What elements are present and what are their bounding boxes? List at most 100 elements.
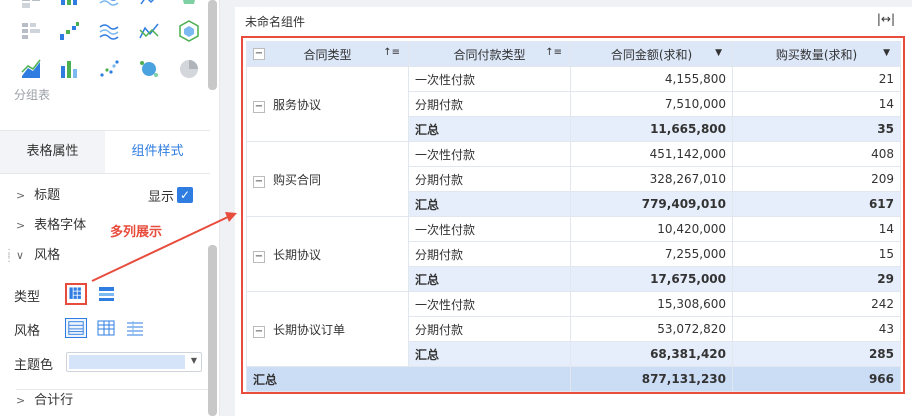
left-panel: 分组表 表格属性 组件样式 > 标题 显示 ✓ > 表格字体 ⋮ ⋮ ∨ 风格 类…: [0, 0, 220, 416]
amount-cell: 7,510,000: [570, 91, 733, 117]
component-area: 未命名组件 |↔| − 合同类型 ↑≡ 合同付款类型 ↑≡ 合同金额(求和) ▼ 购买数…: [235, 7, 912, 416]
amount-cell: 53,072,820: [570, 316, 733, 342]
section-total-row[interactable]: > 合计行: [16, 389, 210, 411]
show-label: 显示: [148, 190, 175, 205]
header-quantity[interactable]: 购买数量(求和) ▼: [732, 41, 901, 67]
quantity-cell: 15: [732, 241, 901, 267]
settings-scrollbar[interactable]: [208, 245, 217, 416]
header-amount[interactable]: 合同金额(求和) ▼: [570, 41, 733, 67]
radar-chart-icon[interactable]: [138, 0, 160, 16]
highlight-frame: − 合同类型 ↑≡ 合同付款类型 ↑≡ 合同金额(求和) ▼ 购买数量(求和) ▼ − 服务…: [241, 36, 905, 394]
map-chart-icon[interactable]: [178, 0, 200, 16]
bubble-chart-icon[interactable]: [138, 58, 160, 80]
dropdown-icon[interactable]: ▼: [715, 48, 722, 58]
chevron-right-icon: >: [16, 394, 26, 407]
chevron-down-icon: ▼: [190, 356, 197, 365]
sort-icon[interactable]: ↑≡: [383, 47, 400, 58]
collapse-icon[interactable]: −: [253, 250, 265, 263]
table-chart-icon[interactable]: [20, 0, 42, 16]
quantity-cell: 242: [732, 291, 901, 317]
amount-cell: 15,308,600: [570, 291, 733, 317]
chevron-right-icon: >: [16, 219, 26, 232]
style-option-3-button[interactable]: [124, 318, 146, 338]
grand-total-label: 汇总: [246, 366, 571, 392]
header-payment-type[interactable]: 合同付款类型 ↑≡: [408, 41, 571, 67]
collapse-icon[interactable]: −: [253, 175, 265, 188]
theme-color-select[interactable]: ▼: [66, 352, 202, 372]
theme-color-swatch: [69, 355, 185, 369]
grand-total-quantity: 966: [732, 366, 901, 392]
component-title: 未命名组件: [245, 15, 306, 29]
group-name-cell[interactable]: − 购买合同: [246, 141, 409, 217]
sort-icon[interactable]: ↑≡: [545, 47, 562, 58]
amount-cell: 10,420,000: [570, 216, 733, 242]
table-row: − 购买合同 一次性付款 451,142,000 408: [246, 141, 901, 217]
dropdown-icon[interactable]: ▼: [883, 48, 890, 58]
group-name-cell[interactable]: − 长期协议: [246, 216, 409, 292]
group-name: 服务协议: [273, 97, 322, 112]
subtotal-amount: 68,381,420: [570, 341, 733, 367]
quantity-cell: 21: [732, 66, 901, 92]
payment-type-cell: 分期付款: [408, 166, 571, 192]
payment-type-cell: 分期付款: [408, 91, 571, 117]
section-style[interactable]: ∨ 风格: [16, 245, 60, 267]
icon-scrollbar[interactable]: [208, 0, 217, 90]
subtotal-quantity: 285: [732, 341, 901, 367]
type-label: 类型: [14, 290, 41, 305]
chevron-right-icon: >: [16, 189, 26, 202]
section-title[interactable]: > 标题: [16, 185, 60, 207]
grand-total-row: 汇总 877,131,230 966: [246, 366, 901, 392]
style-option-1-button[interactable]: [65, 318, 87, 338]
theme-color-label: 主题色: [14, 358, 54, 373]
group-name-cell[interactable]: − 服务协议: [246, 66, 409, 142]
bar-chart-icon[interactable]: [58, 0, 80, 16]
group-name: 长期协议订单: [273, 322, 346, 337]
payment-type-cell: 分期付款: [408, 316, 571, 342]
subtotal-amount: 17,675,000: [570, 266, 733, 292]
payment-type-cell: 一次性付款: [408, 141, 571, 167]
hexagon-chart-icon[interactable]: [178, 20, 200, 42]
collapse-icon[interactable]: −: [253, 100, 265, 113]
table-row: − 长期协议订单 一次性付款 15,308,600 242: [246, 291, 901, 367]
table-row: − 服务协议 一次性付款 4,155,800 21: [246, 66, 901, 142]
style-option-2-button[interactable]: [95, 318, 117, 338]
subtotal-label: 汇总: [408, 266, 571, 292]
header-contract-type[interactable]: − 合同类型 ↑≡: [246, 41, 409, 67]
annotation-label: 多列展示: [110, 225, 163, 240]
section-table-font[interactable]: > 表格字体: [16, 215, 86, 237]
group-name-cell[interactable]: − 长期协议订单: [246, 291, 409, 367]
amount-cell: 4,155,800: [570, 66, 733, 92]
wave-chart-icon[interactable]: [98, 0, 120, 16]
tab-component-style[interactable]: 组件样式: [105, 131, 210, 173]
tab-table-properties[interactable]: 表格属性: [0, 131, 105, 173]
subtotal-amount: 11,665,800: [570, 116, 733, 142]
multi-column-type-button[interactable]: [65, 283, 87, 305]
subtotal-quantity: 35: [732, 116, 901, 142]
collapse-icon[interactable]: −: [253, 48, 265, 60]
quantity-cell: 209: [732, 166, 901, 192]
group-name: 购买合同: [273, 172, 322, 187]
single-column-type-button[interactable]: [96, 283, 118, 305]
amount-cell: 451,142,000: [570, 141, 733, 167]
collapse-icon[interactable]: −: [253, 325, 265, 338]
area-chart-icon[interactable]: [20, 58, 42, 80]
line-area-chart-icon[interactable]: [138, 20, 160, 42]
subtotal-label: 汇总: [408, 341, 571, 367]
table-header-row: − 合同类型 ↑≡ 合同付款类型 ↑≡ 合同金额(求和) ▼ 购买数量(求和) ▼: [246, 41, 901, 67]
expand-width-icon[interactable]: |↔|: [877, 12, 895, 26]
cross-table-icon[interactable]: [20, 20, 42, 42]
pie-chart-icon[interactable]: [178, 58, 200, 80]
subtotal-quantity: 617: [732, 191, 901, 217]
subtotal-label: 汇总: [408, 116, 571, 142]
step-bar-chart-icon[interactable]: [58, 20, 80, 42]
subtotal-amount: 779,409,010: [570, 191, 733, 217]
payment-type-cell: 一次性付款: [408, 291, 571, 317]
grand-total-amount: 877,131,230: [570, 366, 733, 392]
amount-cell: 328,267,010: [570, 166, 733, 192]
drag-handle-icon[interactable]: ⋮ ⋮: [4, 249, 14, 265]
column-chart-icon[interactable]: [58, 58, 80, 80]
subtotal-label: 汇总: [408, 191, 571, 217]
multi-line-chart-icon[interactable]: [98, 20, 120, 42]
show-title-checkbox[interactable]: ✓: [177, 187, 193, 203]
scatter-chart-icon[interactable]: [98, 58, 120, 80]
